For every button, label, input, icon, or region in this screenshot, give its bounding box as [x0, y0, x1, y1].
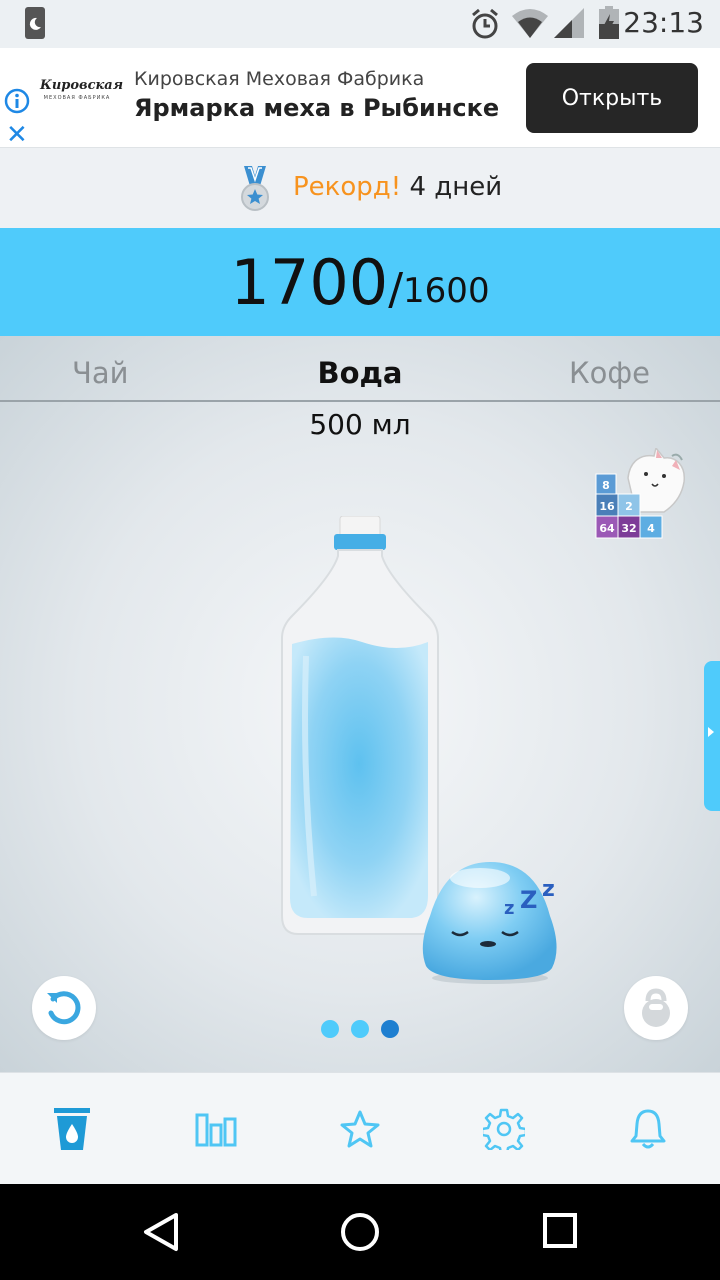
side-drawer-handle[interactable]: [704, 661, 720, 811]
current-intake: 1700: [230, 245, 389, 319]
drink-tabs: Вода Чай Кофе: [0, 336, 720, 402]
page-dot-active[interactable]: [381, 1020, 399, 1038]
promo-tile-32: 32: [621, 522, 636, 535]
ad-banner[interactable]: ✕ Кировская МЕХОВАЯ ФАБРИКА Кировская Ме…: [0, 48, 720, 148]
battery-icon: [599, 6, 619, 39]
record-days: 4 дней: [409, 172, 503, 202]
record-label: Рекорд!: [293, 172, 402, 202]
cat-2048-icon[interactable]: 8 16 2 64 32 4: [592, 446, 688, 544]
nav-water[interactable]: [50, 1107, 94, 1151]
promo-tile-2: 2: [625, 500, 633, 513]
ad-logo: Кировская МЕХОВАЯ ФАБРИКА: [40, 78, 124, 101]
home-icon[interactable]: [340, 1212, 380, 1252]
progress-slash: /: [388, 263, 404, 315]
stats-icon: [195, 1113, 237, 1147]
status-time: 23:13: [623, 6, 704, 39]
promo-tile-8: 8: [602, 479, 610, 492]
promo-tile-64: 64: [599, 522, 615, 535]
nav-achievements[interactable]: [338, 1107, 382, 1151]
page-dot[interactable]: [321, 1020, 339, 1038]
close-icon[interactable]: ✕: [6, 122, 28, 148]
svg-text:z: z: [542, 877, 555, 902]
bottom-navigation: [0, 1072, 720, 1184]
nav-reminders[interactable]: [626, 1107, 670, 1151]
sleeping-drop-mascot: z Z z: [422, 862, 557, 984]
svg-text:z: z: [504, 898, 514, 919]
svg-text:Z: Z: [520, 886, 537, 914]
ad-subtitle: Кировская Меховая Фабрика: [134, 68, 425, 90]
bell-icon: [630, 1109, 666, 1149]
settings-gear-icon: [483, 1108, 525, 1150]
game-promo[interactable]: 8 16 2 64 32 4: [592, 446, 688, 548]
status-bar: 23:13: [0, 0, 720, 48]
recents-icon[interactable]: [542, 1212, 578, 1250]
system-navigation-bar: [0, 1184, 720, 1280]
nav-settings[interactable]: [482, 1107, 526, 1151]
water-glass-icon: [54, 1108, 90, 1150]
page-dot[interactable]: [351, 1020, 369, 1038]
info-icon[interactable]: [4, 88, 30, 114]
drink-area: Вода Чай Кофе 500 мл 8 16 2 64 32 4 z Z …: [0, 336, 720, 1072]
wifi-icon: [512, 9, 548, 38]
alarm-icon: [472, 8, 498, 39]
intake-progress: 1700 / 1600: [0, 228, 720, 336]
daily-goal: 1600: [403, 271, 490, 311]
nav-stats[interactable]: [194, 1107, 238, 1151]
drink-volume: 500 мл: [309, 408, 411, 441]
ad-open-button[interactable]: Открыть: [526, 63, 698, 133]
moon-icon: [25, 7, 45, 39]
promo-tile-4: 4: [647, 522, 655, 535]
tab-tea[interactable]: Чай: [72, 356, 129, 390]
record-row: Рекорд! 4 дней: [0, 148, 720, 228]
page-indicator: [0, 1020, 720, 1038]
tab-coffee[interactable]: Кофе: [569, 356, 650, 390]
star-icon: [340, 1110, 380, 1148]
ad-title: Ярмарка меха в Рыбинске: [134, 94, 500, 122]
signal-icon: [554, 8, 584, 38]
promo-tile-16: 16: [599, 500, 615, 513]
back-icon[interactable]: [142, 1212, 180, 1252]
medal-icon: [241, 166, 269, 211]
